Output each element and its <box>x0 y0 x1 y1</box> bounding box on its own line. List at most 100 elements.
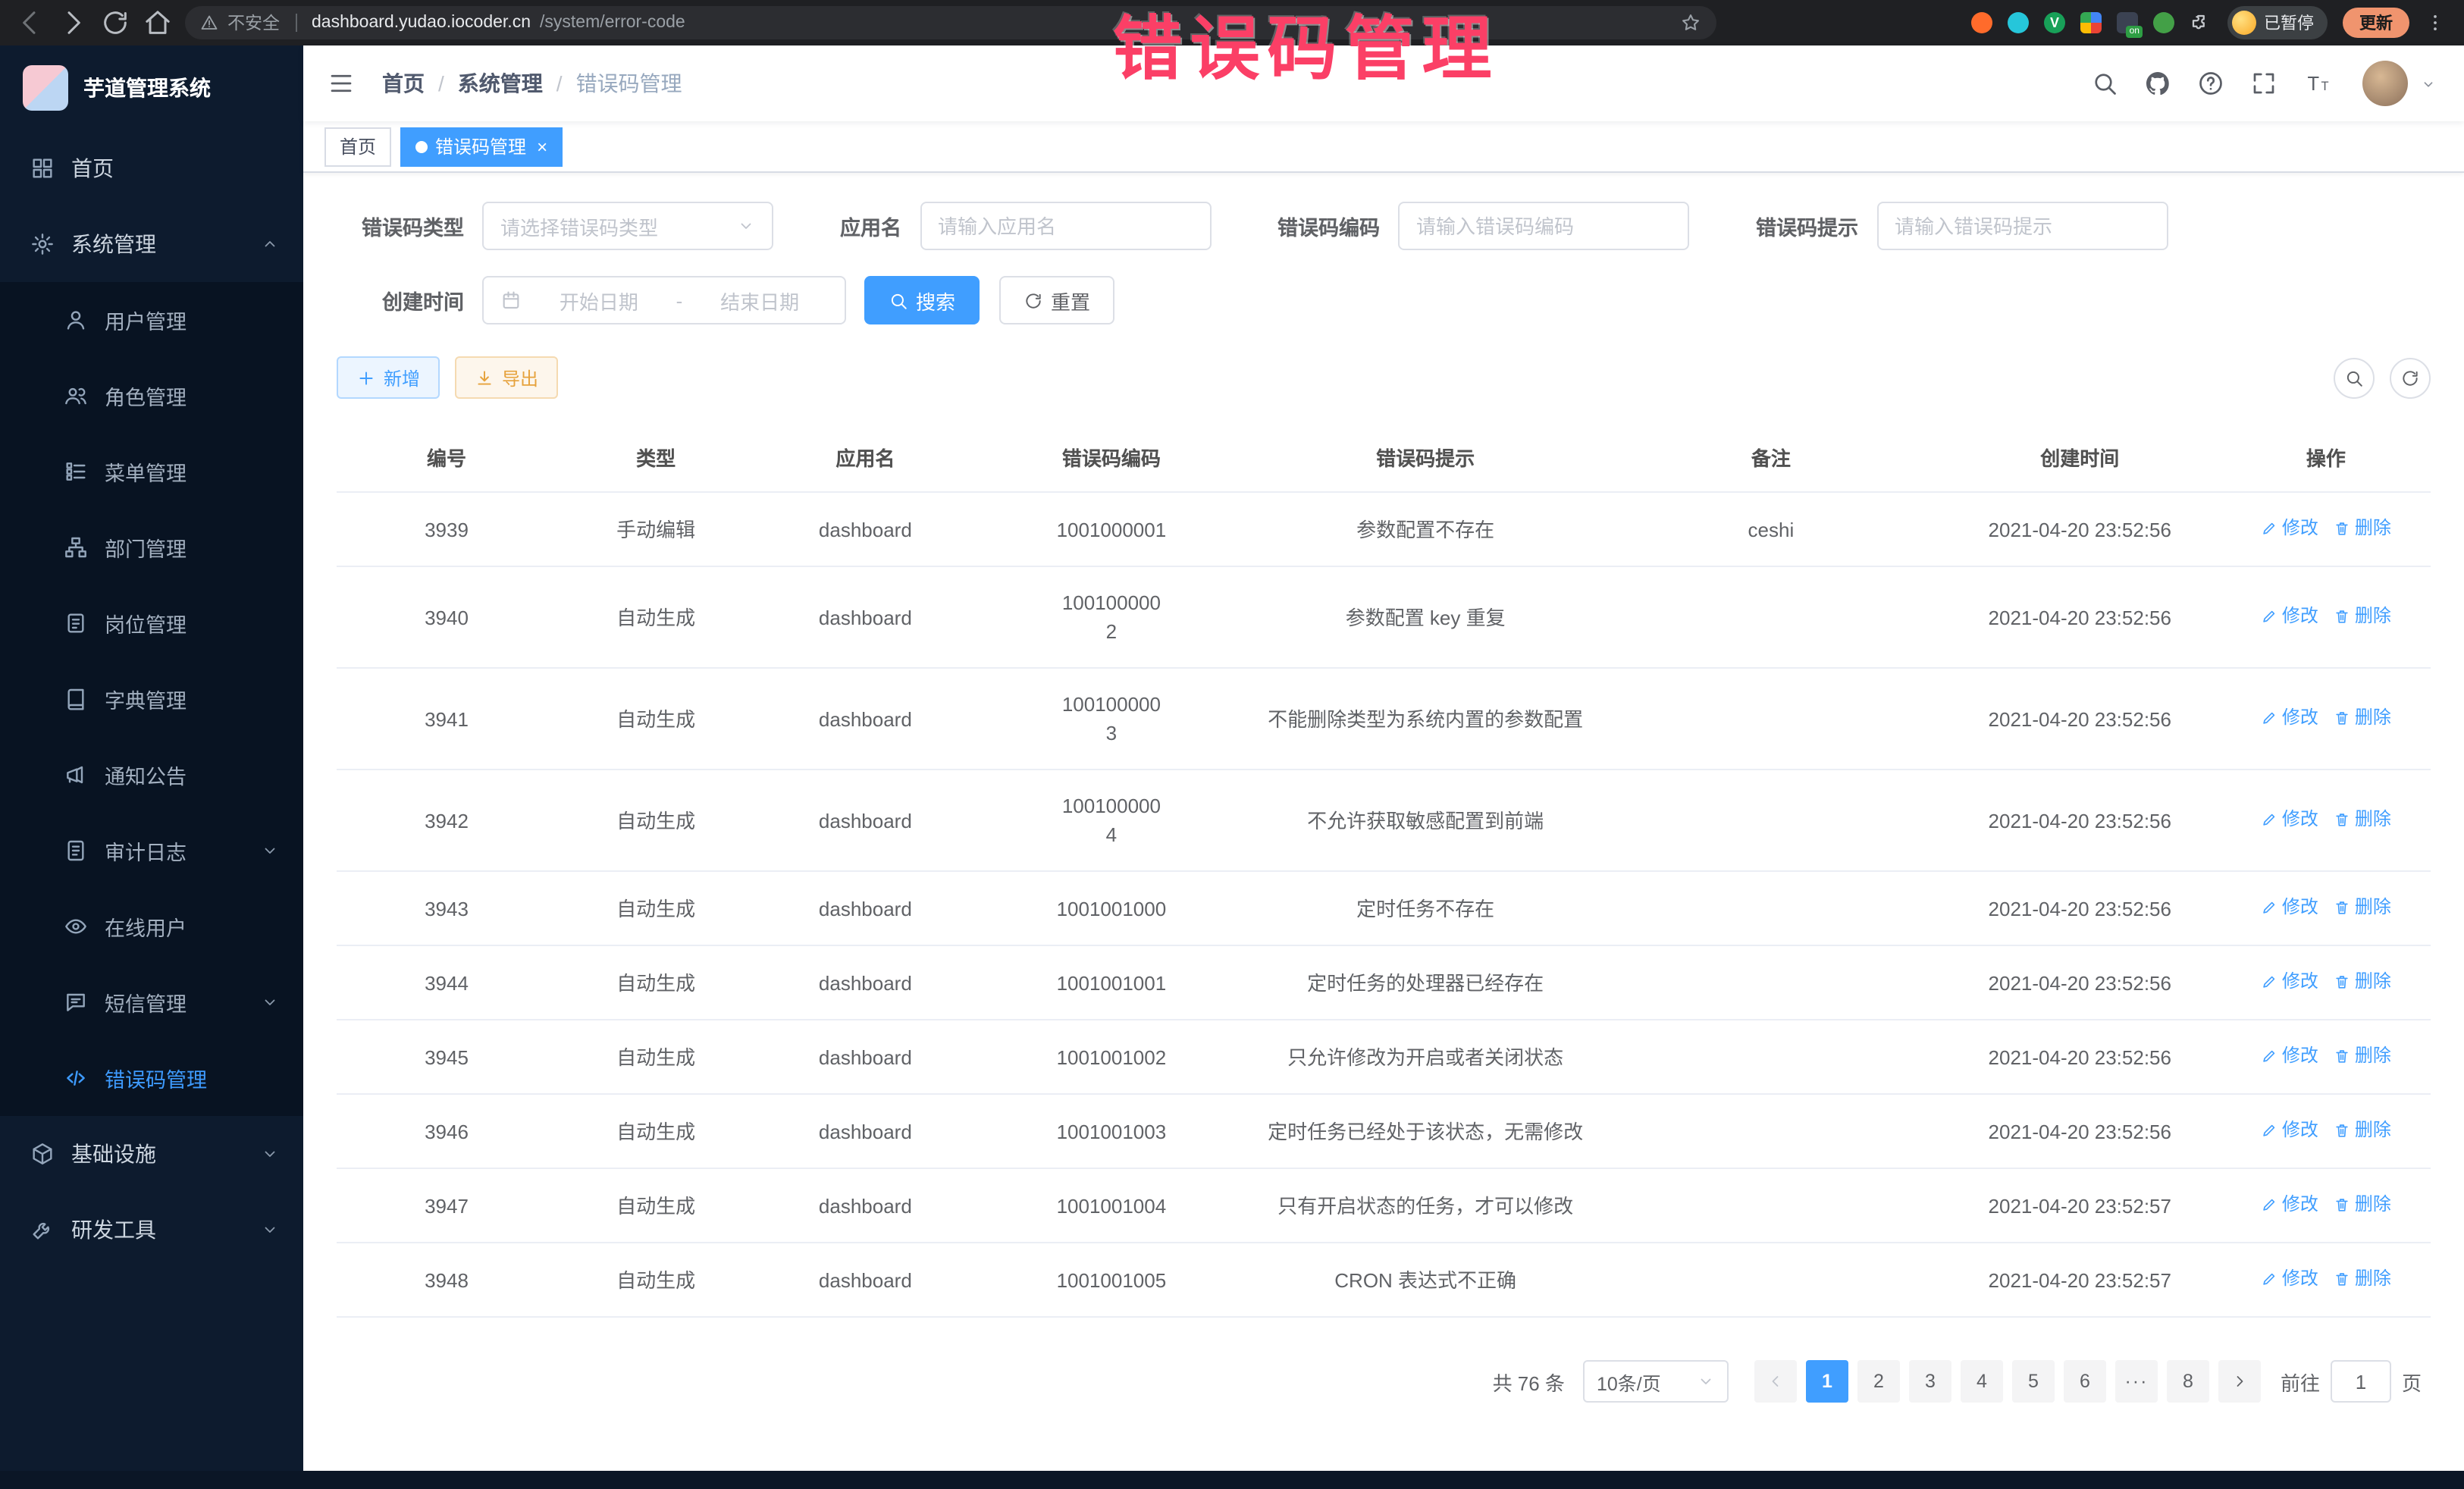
toggle-search-button[interactable] <box>2334 357 2375 398</box>
edit-button[interactable]: 修改 <box>2261 1116 2318 1145</box>
svg-text:T: T <box>2321 80 2329 93</box>
bookmark-star-icon[interactable] <box>1680 12 1701 33</box>
proxy-extension-icon[interactable]: on <box>2117 12 2138 33</box>
sidebar-item-notice[interactable]: 通知公告 <box>0 737 303 813</box>
sidebar-toggle-button[interactable] <box>303 45 379 121</box>
browser-menu-icon[interactable] <box>2425 12 2446 33</box>
edit-button[interactable]: 修改 <box>2261 805 2318 834</box>
breadcrumb-item-0[interactable]: 首页 <box>382 68 425 99</box>
delete-button[interactable]: 删除 <box>2334 1265 2391 1293</box>
page-button-5[interactable]: 5 <box>2012 1360 2055 1403</box>
delete-button[interactable]: 删除 <box>2334 1116 2391 1145</box>
browser-update-button[interactable]: 更新 <box>2343 8 2409 38</box>
sidebar-item-infrastructure[interactable]: 基础设施 <box>0 1116 303 1192</box>
delete-button[interactable]: 删除 <box>2334 1042 2391 1071</box>
edit-button[interactable]: 修改 <box>2261 602 2318 631</box>
delete-button[interactable]: 删除 <box>2334 967 2391 996</box>
teal-extension-icon[interactable] <box>2008 12 2029 33</box>
sidebar-item-dept-mgmt[interactable]: 部门管理 <box>0 509 303 585</box>
delete-button[interactable]: 删除 <box>2334 1190 2391 1219</box>
jump-page-input[interactable] <box>2331 1360 2391 1403</box>
pager-more-button[interactable]: ··· <box>2115 1360 2158 1403</box>
sidebar-item-sms-mgmt[interactable]: 短信管理 <box>0 964 303 1040</box>
sidebar-item-dev-tools[interactable]: 研发工具 <box>0 1192 303 1268</box>
page-button-6[interactable]: 6 <box>2064 1360 2106 1403</box>
create-time-range-picker[interactable]: 开始日期 - 结束日期 <box>482 276 846 324</box>
sidebar-item-menu-mgmt[interactable]: 菜单管理 <box>0 434 303 509</box>
font-size-icon[interactable]: TT <box>2303 70 2337 97</box>
tab-close-icon[interactable]: × <box>537 137 547 155</box>
sidebar-item-user-mgmt[interactable]: 用户管理 <box>0 282 303 358</box>
orange-dot-extension-icon[interactable] <box>1971 12 1992 33</box>
sidebar-item-role-mgmt[interactable]: 角色管理 <box>0 358 303 434</box>
edit-button[interactable]: 修改 <box>2261 893 2318 922</box>
apps-grid-extension-icon[interactable] <box>2080 12 2102 33</box>
app-logo[interactable]: 芋道管理系统 <box>0 45 303 130</box>
edit-button[interactable]: 修改 <box>2261 967 2318 996</box>
delete-button[interactable]: 删除 <box>2334 514 2391 543</box>
page-size-select[interactable]: 10条/页 <box>1583 1360 1729 1403</box>
page-button-4[interactable]: 4 <box>1961 1360 2003 1403</box>
delete-button[interactable]: 删除 <box>2334 805 2391 834</box>
browser-reload-icon[interactable] <box>100 8 130 38</box>
edit-button[interactable]: 修改 <box>2261 704 2318 732</box>
help-icon[interactable] <box>2197 70 2224 97</box>
avatar-caret-down-icon[interactable] <box>2420 75 2437 92</box>
green-v-extension-icon[interactable] <box>2044 12 2065 33</box>
next-page-button[interactable] <box>2218 1360 2261 1403</box>
hamburger-icon <box>328 70 355 97</box>
error-hint-input[interactable] <box>1876 202 2168 250</box>
page-button-3[interactable]: 3 <box>1909 1360 1951 1403</box>
sidebar-item-error-code-mgmt[interactable]: 错误码管理 <box>0 1040 303 1116</box>
edit-button[interactable]: 修改 <box>2261 1190 2318 1219</box>
security-label[interactable]: 不安全 <box>227 11 280 35</box>
green-extension-icon[interactable] <box>2153 12 2174 33</box>
export-button[interactable]: 导出 <box>455 356 558 399</box>
edit-icon <box>2261 1122 2277 1139</box>
calendar-icon <box>500 290 522 311</box>
edit-button[interactable]: 修改 <box>2261 1042 2318 1071</box>
sidebar-item-dict-mgmt[interactable]: 字典管理 <box>0 661 303 737</box>
error-code-input[interactable] <box>1398 202 1689 250</box>
app-name-input[interactable] <box>920 202 1211 250</box>
delete-button[interactable]: 删除 <box>2334 893 2391 922</box>
app-name-label: 应用名 <box>840 211 901 241</box>
trash-icon <box>2334 1122 2350 1139</box>
header-search-icon[interactable] <box>2091 70 2118 97</box>
sidebar-item-home[interactable]: 首页 <box>0 130 303 206</box>
github-icon[interactable] <box>2144 70 2171 97</box>
fullscreen-icon[interactable] <box>2250 70 2277 97</box>
reset-button[interactable]: 重置 <box>999 276 1114 324</box>
search-button[interactable]: 搜索 <box>864 276 980 324</box>
app-title: 芋道管理系统 <box>83 73 211 103</box>
page-button-1[interactable]: 1 <box>1806 1360 1848 1403</box>
page-button-2[interactable]: 2 <box>1857 1360 1900 1403</box>
tab-error-code-mgmt[interactable]: 错误码管理× <box>400 127 563 166</box>
page-button-8[interactable]: 8 <box>2167 1360 2209 1403</box>
error-type-select[interactable]: 请选择错误码类型 <box>482 202 773 250</box>
tab-home[interactable]: 首页 <box>324 127 391 166</box>
user-avatar[interactable] <box>2362 61 2408 106</box>
refresh-table-button[interactable] <box>2390 357 2431 398</box>
delete-button[interactable]: 删除 <box>2334 704 2391 732</box>
sidebar-item-online-users[interactable]: 在线用户 <box>0 889 303 964</box>
browser-forward-icon[interactable] <box>58 8 88 38</box>
delete-button[interactable]: 删除 <box>2334 602 2391 631</box>
sidebar-item-audit-log[interactable]: 审计日志 <box>0 813 303 889</box>
sidebar-item-label: 用户管理 <box>105 305 187 335</box>
sidebar-item-system-mgmt[interactable]: 系统管理 <box>0 206 303 282</box>
browser-profile-chip[interactable]: 已暂停 <box>2227 6 2328 39</box>
browser-back-icon[interactable] <box>15 8 45 38</box>
add-button[interactable]: 新增 <box>337 356 440 399</box>
edit-button[interactable]: 修改 <box>2261 1265 2318 1293</box>
sidebar-item-post-mgmt[interactable]: 岗位管理 <box>0 585 303 661</box>
address-bar[interactable]: 不安全 dashboard.yudao.iocoder.cn/system/er… <box>185 6 1716 39</box>
prev-page-button[interactable] <box>1754 1360 1797 1403</box>
browser-home-icon[interactable] <box>143 8 173 38</box>
column-header-2: 应用名 <box>755 423 975 492</box>
cell-hint: 定时任务已经处于该状态，无需修改 <box>1247 1094 1603 1168</box>
cell-type: 自动生成 <box>556 668 755 770</box>
breadcrumb-item-1[interactable]: 系统管理 <box>458 68 543 99</box>
extensions-puzzle-icon[interactable] <box>2190 11 2212 34</box>
edit-button[interactable]: 修改 <box>2261 514 2318 543</box>
